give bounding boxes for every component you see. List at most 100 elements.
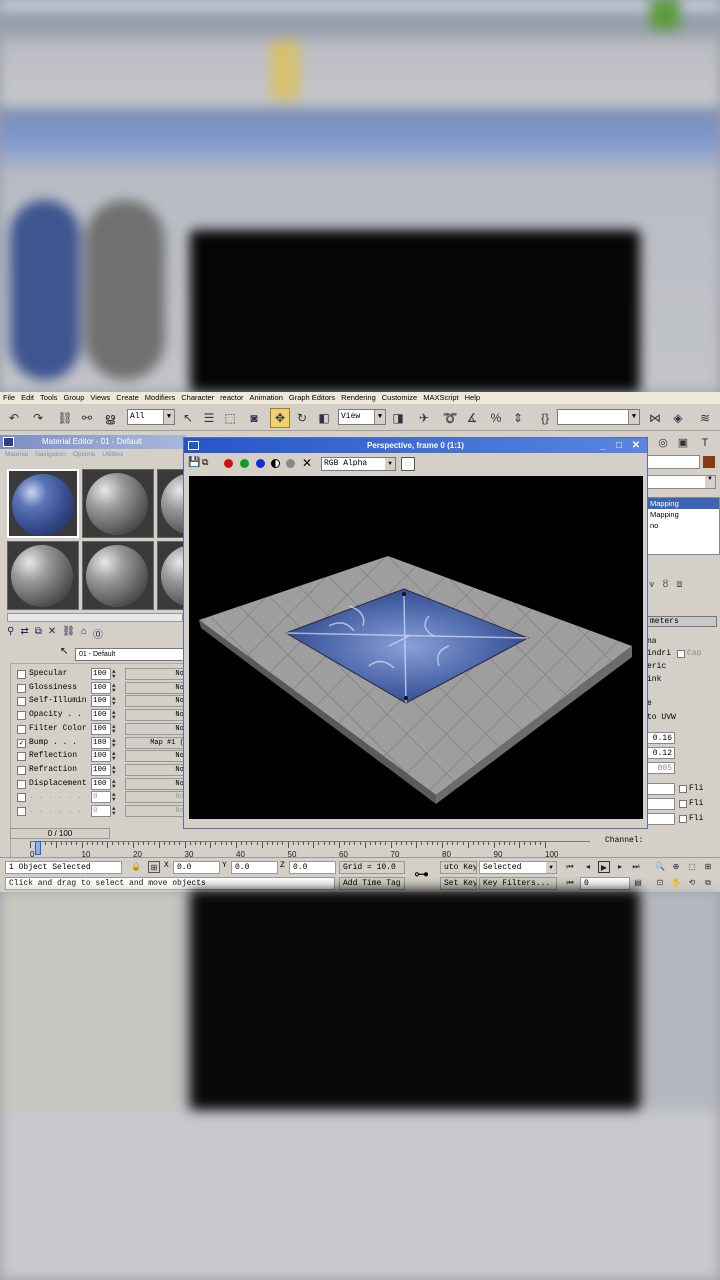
spinner-arrows-icon[interactable]: ▲ ▼ [112, 792, 116, 803]
current-time-marker[interactable] [35, 841, 41, 855]
select-and-scale-icon[interactable]: ◧ [314, 408, 334, 428]
select-and-move-icon[interactable]: ✥ [270, 408, 290, 428]
material-slot-1[interactable] [7, 469, 79, 538]
zoom-all-icon[interactable]: ⊕ [670, 861, 682, 873]
menu-help[interactable]: Help [465, 392, 480, 404]
spinner-arrows-icon[interactable]: ▲ ▼ [112, 737, 116, 748]
blue-channel-icon[interactable] [256, 459, 265, 468]
absolute-mode-icon[interactable]: ⊞ [148, 861, 160, 873]
clear-icon[interactable]: ✕ [302, 456, 312, 470]
spinner-arrows-icon[interactable]: ▲ ▼ [112, 778, 116, 789]
clone-window-icon[interactable]: ⧉ [202, 457, 208, 468]
red-channel-icon[interactable] [224, 459, 233, 468]
menu-graph-editors[interactable]: Graph Editors [289, 392, 335, 404]
selection-filter-dropdown[interactable]: All ▼ [127, 409, 175, 425]
material-slot-4[interactable] [7, 541, 79, 610]
spinner-snap-icon[interactable]: ⇕ [508, 408, 528, 428]
spinner-arrows-icon[interactable]: ▲ ▼ [112, 764, 116, 775]
reset-map-icon[interactable]: ✕ [48, 626, 56, 640]
map-amount-field[interactable]: 100 [91, 750, 111, 763]
maximize-viewport-icon[interactable]: ⧉ [702, 877, 714, 889]
mirror-icon[interactable]: ⋈ [645, 408, 665, 428]
menu-rendering[interactable]: Rendering [341, 392, 376, 404]
pan-icon[interactable]: ✋ [670, 877, 682, 889]
display-icon[interactable]: ◎ [655, 436, 671, 451]
green-channel-icon[interactable] [240, 459, 249, 468]
assign-material-icon[interactable]: ⧉ [35, 626, 42, 640]
pick-material-icon[interactable]: ↖ [60, 646, 68, 657]
map-enable-checkbox[interactable] [17, 765, 26, 775]
maximize-icon[interactable]: □ [613, 440, 625, 451]
map-amount-field[interactable]: 0 [91, 805, 111, 817]
current-frame-field[interactable]: 0 [580, 877, 630, 890]
menu-views[interactable]: Views [90, 392, 110, 404]
put-to-library-icon[interactable]: ⌂ [81, 626, 87, 640]
menu-modifiers[interactable]: Modifiers [145, 392, 175, 404]
stack-item[interactable]: Mapping [647, 509, 719, 520]
play-icon[interactable]: ▶ [598, 861, 610, 873]
map-enable-checkbox[interactable]: ✓ [17, 738, 26, 748]
stack-item[interactable]: no [647, 520, 719, 531]
object-color-swatch[interactable] [703, 456, 715, 468]
select-object-icon[interactable]: ↖ [178, 408, 198, 428]
undo-icon[interactable]: ↶ [4, 408, 24, 428]
get-material-icon[interactable]: ⚲ [7, 626, 14, 640]
go-to-end-icon[interactable]: ⏭ [630, 861, 642, 873]
set-key-icon[interactable]: ⊶ [414, 865, 429, 883]
map-amount-field[interactable]: 100 [91, 722, 111, 735]
spinner-arrows-icon[interactable]: ▲ ▼ [112, 806, 116, 817]
add-time-tag-button[interactable]: Add Time Tag [339, 877, 405, 890]
material-menu-utilities[interactable]: Utilities [102, 449, 123, 461]
material-menu-material[interactable]: Material [5, 449, 28, 461]
map-enable-checkbox[interactable] [17, 697, 26, 707]
stack-item[interactable]: Mapping [647, 498, 719, 509]
object-name-field[interactable] [646, 455, 700, 469]
manipulate-icon[interactable]: ✈ [414, 408, 434, 428]
auto-key-button[interactable]: uto Key [440, 861, 477, 874]
map-enable-checkbox[interactable] [17, 670, 26, 679]
flip-v-checkbox[interactable] [679, 800, 687, 808]
cap-checkbox[interactable] [677, 650, 685, 658]
render-window-titlebar[interactable]: Perspective, frame 0 (1:1) _ □ ✕ [184, 438, 647, 453]
menu-file[interactable]: File [3, 392, 15, 404]
time-slider[interactable]: 0 / 100 [10, 828, 110, 839]
menu-animation[interactable]: Animation [250, 392, 283, 404]
map-amount-field[interactable]: 100 [91, 695, 111, 708]
reference-coordinate-dropdown[interactable]: View ▼ [338, 409, 386, 425]
spinner-arrows-icon[interactable]: ▲ ▼ [112, 751, 116, 762]
spinner-arrows-icon[interactable]: ▲ ▼ [112, 723, 116, 734]
percent-snap-icon[interactable]: % [486, 408, 506, 428]
track-bar[interactable]: 0 10 20 30 40 50 60 70 80 90 100 [30, 841, 590, 859]
map-enable-checkbox[interactable] [17, 724, 26, 734]
parameters-rollout[interactable]: meters [646, 616, 717, 627]
slots-scrollbar[interactable] [7, 613, 183, 622]
rectangle-selection-icon[interactable]: ⬚ [220, 408, 240, 428]
map-enable-checkbox[interactable] [17, 752, 26, 762]
pivot-center-icon[interactable]: ◨ [388, 408, 408, 428]
y-coordinate-field[interactable]: 0.0 [231, 861, 278, 874]
menu-create[interactable]: Create [116, 392, 139, 404]
menu-tools[interactable]: Tools [40, 392, 58, 404]
display-channel-dropdown[interactable]: RGB Alpha ▼ [321, 457, 396, 471]
key-mode-dropdown[interactable]: Selected ▼ [479, 861, 557, 874]
menu-customize[interactable]: Customize [382, 392, 417, 404]
show-end-result-icon[interactable]: ȣ [663, 579, 669, 593]
select-by-name-icon[interactable]: ☰ [199, 408, 219, 428]
go-to-start-icon[interactable]: ⏮ [564, 861, 576, 873]
menu-group[interactable]: Group [64, 392, 85, 404]
menu-character[interactable]: Character [181, 392, 214, 404]
menu-edit[interactable]: Edit [21, 392, 34, 404]
utilities-icon[interactable]: ▣ [675, 436, 691, 451]
spinner-arrows-icon[interactable]: ▲ ▼ [112, 696, 116, 707]
field-of-view-icon[interactable]: ⊡ [654, 877, 666, 889]
time-configuration-icon[interactable]: ▤ [632, 877, 644, 889]
alpha-channel-icon[interactable] [271, 459, 280, 468]
put-to-scene-icon[interactable]: ⇄ [20, 626, 28, 640]
map-amount-field[interactable]: 100 [91, 777, 111, 790]
flip-u-checkbox[interactable] [679, 785, 687, 793]
map-enable-checkbox[interactable] [17, 683, 26, 693]
next-frame-icon[interactable]: ▸ [614, 861, 626, 873]
save-bitmap-icon[interactable]: 💾 [188, 457, 200, 468]
minimize-icon[interactable]: _ [597, 440, 609, 451]
menu-maxscript[interactable]: MAXScript [423, 392, 458, 404]
